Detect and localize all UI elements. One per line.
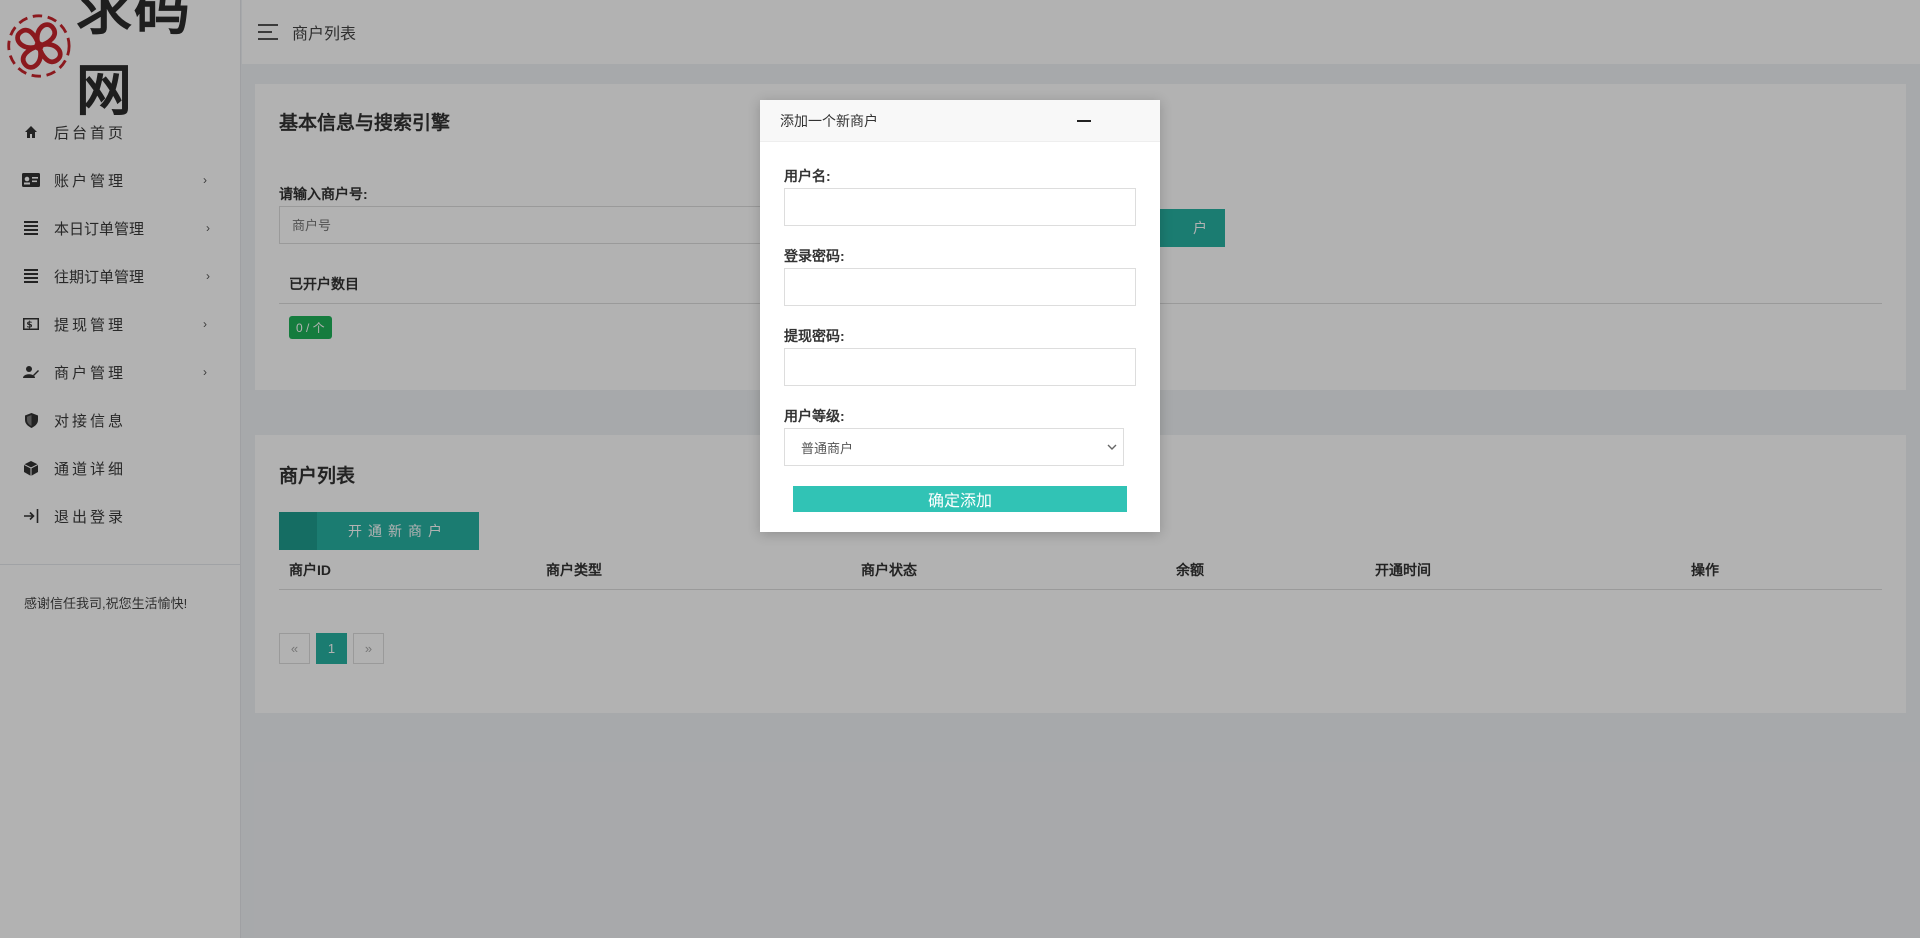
username-label: 用户名: (784, 168, 831, 184)
confirm-add-button[interactable]: 确定添加 (793, 486, 1127, 512)
login-password-label: 登录密码: (784, 248, 845, 264)
dialog-body: 用户名: 登录密码: 提现密码: 用户等级: 普通商户 确定添加 (760, 142, 1160, 512)
user-level-value: 普通商户 (801, 440, 854, 456)
withdraw-password-label: 提现密码: (784, 328, 845, 344)
username-input[interactable] (784, 188, 1136, 226)
user-level-select[interactable]: 普通商户 (784, 428, 1124, 466)
minimize-icon[interactable] (1077, 120, 1091, 122)
add-merchant-dialog: 添加一个新商户 用户名: 登录密码: 提现密码: 用户等级: 普通商户 确定添加 (760, 100, 1160, 532)
login-password-input[interactable] (784, 268, 1136, 306)
dialog-header: 添加一个新商户 (760, 100, 1160, 142)
withdraw-password-input[interactable] (784, 348, 1136, 386)
dialog-title: 添加一个新商户 (780, 112, 878, 129)
chevron-down-icon (1107, 441, 1117, 453)
user-level-label: 用户等级: (784, 408, 845, 424)
